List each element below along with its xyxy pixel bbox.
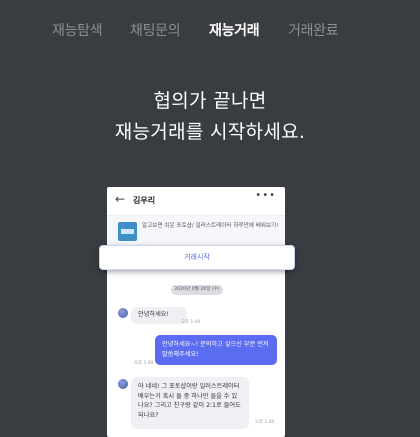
product-thumbnail (118, 222, 137, 241)
avatar (118, 379, 128, 389)
avatar (118, 308, 128, 318)
back-arrow-icon[interactable]: ← (115, 192, 125, 206)
date-divider: 2020년 0월 26일 (수) (171, 285, 223, 295)
chat-header: ← 김우리 ••• (107, 187, 285, 215)
start-trade-button[interactable]: 거래시작 (99, 245, 295, 270)
message-outgoing: 안녕하세요~! 문의하고 싶으신 부분 먼저 말씀해주세요! (155, 335, 277, 365)
tab-talent-search[interactable]: 재능탐색 (52, 20, 103, 40)
message-time: 오후 1:40 (181, 320, 201, 325)
message-incoming: 아 네네! 그 포토샵이랑 일러스트레이터 배우는거 혹시 둘 중 하나만 들을… (131, 377, 249, 429)
chat-partner-name: 김우리 (133, 196, 156, 205)
headline-line-2: 재능거래를 시작하세요. (114, 121, 306, 143)
phone-chat-mockup: ← 김우리 ••• 알고보면 쉬운 포토샵/ 일러스트레이터 하루만에 배워보기… (107, 187, 285, 437)
tab-talent-trade[interactable]: 재능거래 (209, 20, 260, 40)
message-time: 오후 1:40 (134, 361, 154, 366)
tab-trade-complete[interactable]: 거래완료 (288, 20, 339, 40)
message-incoming: 안녕하세요! (131, 307, 187, 324)
headline-line-1: 협의가 끝나면 (153, 90, 267, 112)
message-time: 오후 1:40 (255, 420, 275, 425)
top-tab-bar: 재능탐색 채팅문의 재능거래 거래완료 (0, 20, 420, 44)
product-title: 알고보면 쉬운 포토샵/ 일러스트레이터 하루만에 배워보기! (142, 223, 279, 229)
tab-chat-inquiry[interactable]: 채팅문의 (130, 20, 181, 40)
more-options-icon[interactable]: ••• (255, 190, 276, 201)
